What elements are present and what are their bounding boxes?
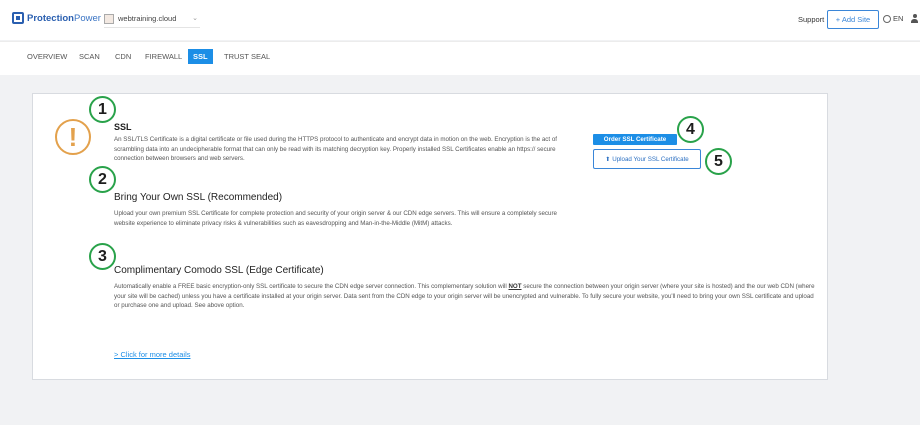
site-thumbnail-icon [104,13,114,24]
language-selector[interactable]: EN [883,14,903,23]
add-site-button[interactable]: + Add Site [827,10,879,29]
upload-ssl-label: Upload Your SSL Certificate [612,155,689,163]
callout-3: 3 [89,243,116,270]
warning-icon: ! [55,119,91,155]
globe-icon [883,14,891,23]
order-ssl-button[interactable]: Order SSL Certificate [593,134,677,145]
byo-ssl-title: Bring Your Own SSL (Recommended) [114,192,283,203]
ssl-description: An SSL/TLS Certificate is a digital cert… [114,136,557,162]
top-bar: ProtectionPower webtraining.cloud ⌄ Supp… [0,0,920,40]
ssl-title: SSL [114,122,132,132]
chevron-down-icon: ⌄ [192,15,198,22]
ssl-card: ! 1 2 3 4 5 SSL An SSL/TLS Certificate i… [32,93,828,380]
language-label: EN [893,14,904,23]
tab-overview[interactable]: OVERVIEW [27,49,67,64]
tab-trust-seal[interactable]: TRUST SEAL [224,49,270,64]
user-icon[interactable] [911,14,918,23]
comodo-ssl-title: Complimentary Comodo SSL (Edge Certifica… [114,265,324,276]
more-details-link[interactable]: > Click for more details [114,350,190,359]
logo-text: ProtectionPower [27,12,101,24]
callout-4: 4 [677,116,704,143]
tab-ssl[interactable]: SSL [188,49,213,64]
callout-5: 5 [705,148,732,175]
logo-icon [12,12,24,24]
tab-firewall[interactable]: FIREWALL [145,49,182,64]
callout-2: 2 [89,166,116,193]
tab-bar: OVERVIEW SCAN CDN FIREWALL SSL TRUST SEA… [0,41,920,75]
upload-ssl-button[interactable]: ⬆ Upload Your SSL Certificate [593,149,701,169]
comodo-ssl-description: Automatically enable a FREE basic encryp… [114,283,815,309]
support-link[interactable]: Support [798,15,824,24]
site-name: webtraining.cloud [118,14,177,23]
callout-1: 1 [89,96,116,123]
tab-scan[interactable]: SCAN [79,49,100,64]
site-selector[interactable]: webtraining.cloud ⌄ [104,10,200,28]
logo[interactable]: ProtectionPower [12,12,101,24]
tab-cdn[interactable]: CDN [115,49,131,64]
byo-ssl-description: Upload your own premium SSL Certificate … [114,210,557,227]
upload-icon: ⬆ [605,156,611,163]
